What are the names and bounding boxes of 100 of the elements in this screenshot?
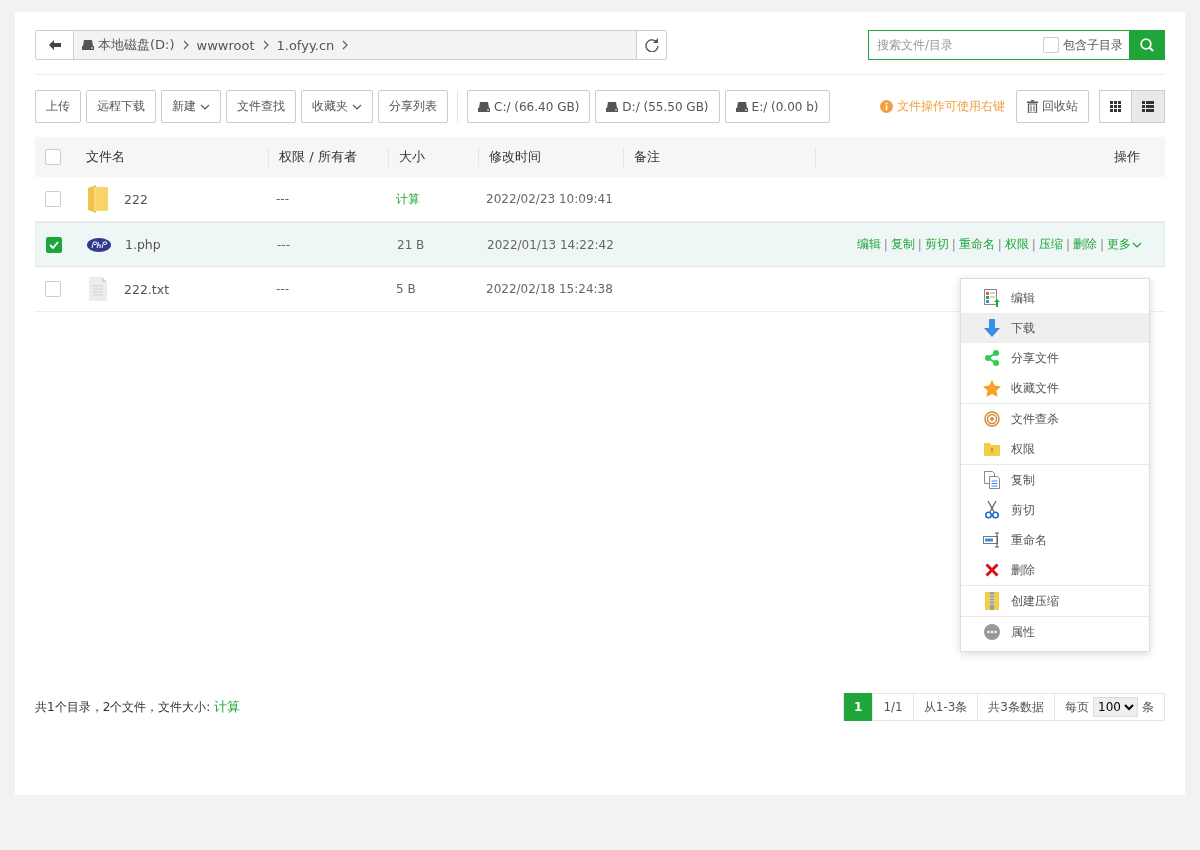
hint-text: 文件操作可使用右键 bbox=[897, 98, 1005, 115]
range-text: 从1-3条 bbox=[912, 694, 978, 720]
chevron-right-icon bbox=[262, 40, 269, 50]
menu-item[interactable]: 收藏文件 bbox=[961, 373, 1149, 403]
per-page-select[interactable]: 100 bbox=[1093, 697, 1138, 717]
x-mark-icon bbox=[985, 563, 999, 577]
refresh-button[interactable] bbox=[636, 31, 666, 59]
menu-item[interactable]: 分享文件 bbox=[961, 343, 1149, 373]
grid-view-button[interactable] bbox=[1099, 90, 1132, 123]
drive-icon bbox=[606, 101, 619, 112]
php-logo-icon bbox=[87, 237, 111, 252]
toolbar-button[interactable]: 分享列表 bbox=[378, 90, 448, 123]
more-icon bbox=[984, 624, 1000, 640]
checkbox[interactable] bbox=[44, 281, 61, 297]
chevron-right-icon bbox=[182, 40, 189, 50]
scissors-icon bbox=[985, 501, 999, 519]
toolbar-button[interactable]: 上传 bbox=[35, 90, 81, 123]
table-cell-text: --- bbox=[275, 282, 290, 296]
edit-file-icon bbox=[984, 289, 1000, 307]
target-icon bbox=[984, 411, 1000, 427]
drive-icon bbox=[478, 101, 490, 112]
menu-item[interactable]: 属性 bbox=[961, 617, 1149, 647]
menu-item[interactable]: 重命名 bbox=[961, 525, 1149, 555]
per-page-label: 每页 bbox=[1065, 698, 1089, 716]
caret-icon bbox=[1132, 241, 1142, 248]
drive-button[interactable]: D:/ (55.50 GB) bbox=[595, 90, 720, 123]
checkmark-icon bbox=[48, 240, 59, 249]
table-cell-text: 21 B bbox=[396, 237, 426, 252]
column-header: 文件名 bbox=[85, 148, 126, 166]
separator-text: | bbox=[1065, 237, 1070, 252]
search-field[interactable]: 搜索文件/目录 bbox=[868, 30, 1043, 60]
page-count: 1/1 bbox=[872, 694, 913, 720]
info-icon bbox=[880, 100, 893, 113]
recycle-bin-button[interactable]: 回收站 bbox=[1016, 90, 1089, 123]
down-arrow-icon bbox=[984, 319, 1000, 337]
list-icon bbox=[1142, 101, 1154, 112]
grid-icon bbox=[1110, 101, 1121, 112]
search-icon bbox=[1140, 38, 1154, 52]
table-cell-text: 2022/02/18 15:24:38 bbox=[485, 282, 614, 296]
search-button[interactable] bbox=[1129, 30, 1165, 60]
text-file-icon bbox=[89, 277, 107, 301]
table-cell-text: --- bbox=[275, 192, 290, 206]
share-icon bbox=[984, 350, 1000, 366]
breadcrumb-link[interactable]: 1.ofyy.cn bbox=[276, 37, 335, 53]
file-name[interactable]: 222 bbox=[124, 191, 148, 207]
rename-icon bbox=[983, 532, 1001, 548]
file-name[interactable]: 1.php bbox=[125, 237, 161, 252]
column-header: 操作 bbox=[815, 147, 1165, 167]
drive-icon bbox=[735, 101, 748, 112]
total-text: 共3条数据 bbox=[977, 694, 1054, 720]
breadcrumb-link[interactable]: wwwroot bbox=[196, 37, 255, 53]
checkbox[interactable] bbox=[44, 149, 61, 165]
menu-item[interactable]: 删除 bbox=[961, 555, 1149, 585]
toolbar-button[interactable]: 远程下载 bbox=[86, 90, 156, 123]
key-folder-icon bbox=[984, 442, 1000, 456]
column-header: 大小 bbox=[388, 147, 478, 167]
separator-text: | bbox=[997, 237, 1002, 252]
checkbox-label: 包含子目录 bbox=[1063, 36, 1123, 54]
drive-icon bbox=[82, 40, 94, 50]
star-icon bbox=[983, 379, 1001, 397]
checkbox[interactable] bbox=[1043, 37, 1059, 53]
column-header: 权限 / 所有者 bbox=[268, 147, 388, 167]
menu-item[interactable]: 权限 bbox=[961, 434, 1149, 464]
column-header: 备注 bbox=[623, 147, 815, 167]
drive-button[interactable]: E:/ (0.00 b) bbox=[724, 90, 830, 123]
drive-button[interactable]: C:/ (66.40 GB) bbox=[467, 90, 591, 123]
separator-text: | bbox=[883, 237, 888, 252]
menu-item[interactable]: 创建压缩 bbox=[961, 586, 1149, 616]
summary-text: 共1个目录，2个文件，文件大小: 计算 bbox=[35, 698, 241, 716]
zip-file-icon bbox=[985, 592, 999, 610]
file-name[interactable]: 222.txt bbox=[124, 281, 170, 297]
folder-icon bbox=[87, 184, 109, 214]
menu-item[interactable]: 复制 bbox=[961, 465, 1149, 495]
separator-text: | bbox=[917, 237, 922, 252]
column-header: 修改时间 bbox=[478, 147, 623, 167]
menu-item[interactable]: 编辑 bbox=[961, 283, 1149, 313]
menu-item[interactable]: 文件查杀 bbox=[961, 404, 1149, 434]
copy-icon bbox=[984, 471, 1000, 489]
checkbox[interactable] bbox=[45, 236, 62, 253]
back-button[interactable] bbox=[36, 31, 74, 59]
checkbox[interactable] bbox=[44, 191, 61, 207]
table-cell-text: 5 B bbox=[395, 282, 417, 296]
breadcrumb-link[interactable]: 本地磁盘(D:) bbox=[82, 36, 175, 54]
dropdown-button[interactable]: 新建 bbox=[161, 90, 221, 123]
table-cell-text: --- bbox=[276, 237, 291, 252]
separator-text: | bbox=[1099, 237, 1104, 252]
list-view-button[interactable] bbox=[1132, 90, 1165, 123]
menu-item[interactable]: 剪切 bbox=[961, 495, 1149, 525]
trash-icon bbox=[1027, 100, 1038, 113]
toolbar-button[interactable]: 文件查找 bbox=[226, 90, 296, 123]
left-arrow-icon bbox=[48, 40, 61, 50]
refresh-icon bbox=[644, 38, 659, 52]
dropdown-button[interactable]: 收藏夹 bbox=[301, 90, 373, 123]
table-cell-text: 2022/01/13 14:22:42 bbox=[486, 237, 615, 252]
table-cell-text: 2022/02/23 10:09:41 bbox=[485, 192, 614, 206]
chevron-right-icon bbox=[342, 40, 349, 50]
file-row[interactable]: 1.php --- 21 B 2022/01/13 14:22:42 编辑 | 复制 | 剪切 | 重命名 | 权限 | 压缩 | 删除 | 更多 bbox=[35, 222, 1165, 267]
separator-text: | bbox=[1031, 237, 1036, 252]
per-page-unit: 条 bbox=[1142, 698, 1154, 716]
menu-item[interactable]: 下载 bbox=[961, 313, 1149, 343]
